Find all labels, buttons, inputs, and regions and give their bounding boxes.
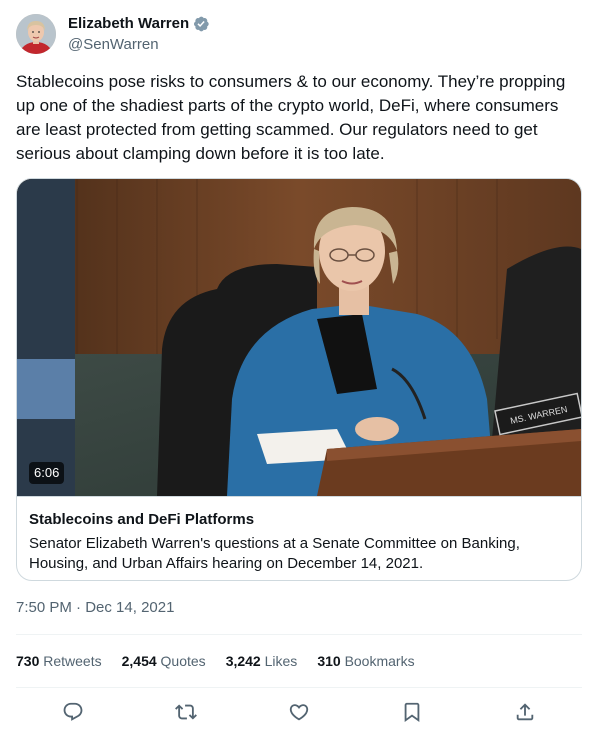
action-bar [16,694,582,730]
like-button[interactable] [281,694,317,730]
retweet-button[interactable] [168,694,204,730]
video-card[interactable]: MS. WARREN 6:06 Stablecoins and DeFi Pla… [16,178,582,581]
tweet-text: Stablecoins pose risks to consumers & to… [16,72,566,163]
stat-bookmarks[interactable]: 310 Bookmarks [317,651,414,671]
stat-likes[interactable]: 3,242 Likes [226,651,298,671]
tweet-header: Elizabeth Warren @SenWarren [16,12,582,56]
bookmark-button[interactable] [394,694,430,730]
reply-icon [63,702,82,721]
divider [16,634,582,635]
author-handle[interactable]: @SenWarren [68,35,210,54]
card-body: Stablecoins and DeFi Platforms Senator E… [17,496,581,580]
tweet-date[interactable]: Dec 14, 2021 [85,599,174,616]
tweet-timestamp: 7:50 PM · Dec 14, 2021 [16,598,174,618]
stat-value: 730 [16,653,40,669]
timestamp-separator: · [71,599,86,616]
card-title: Stablecoins and DeFi Platforms [29,511,255,528]
video-duration-badge: 6:06 [29,462,65,484]
stat-retweets[interactable]: 730 Retweets [16,651,102,671]
stat-value: 3,242 [225,653,261,669]
stat-value: 2,454 [121,653,157,669]
divider [16,687,582,688]
stat-value: 310 [317,653,341,669]
share-button[interactable] [507,694,543,730]
stat-label: Retweets [43,653,102,669]
author-display-name[interactable]: Elizabeth Warren [68,14,189,33]
share-icon [517,703,534,721]
reply-button[interactable] [55,694,91,730]
like-icon [289,704,309,721]
verified-badge-icon [192,15,210,33]
stat-label: Quotes [160,653,206,669]
bookmark-icon [404,702,420,723]
stat-label: Bookmarks [344,653,415,669]
card-description: Senator Elizabeth Warren's questions at … [29,535,520,572]
video-thumbnail: MS. WARREN [17,179,581,496]
stat-label: Likes [264,653,298,669]
avatar[interactable] [16,14,56,54]
retweet-icon [174,704,197,720]
video-player[interactable]: MS. WARREN 6:06 [17,179,581,496]
stat-quotes[interactable]: 2,454 Quotes [122,651,206,671]
tweet-time[interactable]: 7:50 PM [16,599,72,616]
engagement-stats: 730 Retweets 2,454 Quotes 3,242 Likes 31… [16,650,435,672]
